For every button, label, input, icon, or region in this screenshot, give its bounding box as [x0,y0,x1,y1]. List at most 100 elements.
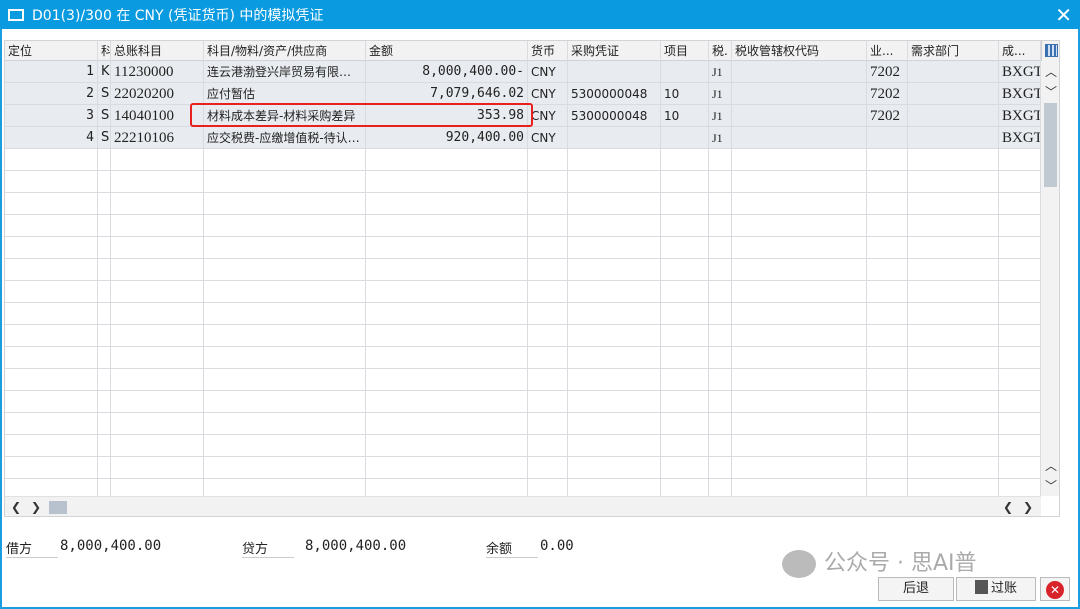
cell-tax-code: J1 [709,127,732,149]
cell-gl-account [111,435,204,457]
cell-account-name [204,193,366,215]
cell-currency: CNY [528,127,568,149]
cell-posting-key [98,281,111,303]
table-row[interactable] [5,457,1041,479]
back-button[interactable]: 后退 [878,577,954,601]
cell-position [5,259,98,281]
column-header-cost-center[interactable]: 成... [999,41,1041,61]
cell-amount [366,215,528,237]
scroll-left-icon[interactable]: ❮ [11,500,21,514]
scroll-up-icon[interactable]: ︿ [1045,63,1057,80]
table-row[interactable] [5,149,1041,171]
document-icon [8,8,24,21]
column-header-requesting-dept[interactable]: 需求部门 [908,41,999,61]
column-header-business-area[interactable]: 业... [867,41,908,61]
scroll-right-icon[interactable]: ❯ [31,500,41,514]
cell-account-name [204,215,366,237]
cell-business-area [867,457,908,479]
scroll-right-right-icon[interactable]: ❯ [1023,500,1033,514]
cell-position: 2 [5,83,98,105]
cell-gl-account [111,149,204,171]
cell-posting-key: K [98,61,111,83]
save-icon [974,580,988,594]
cell-currency [528,193,568,215]
cell-business-area [867,347,908,369]
cell-currency: CNY [528,105,568,127]
cell-requesting-dept [908,215,999,237]
credit-value: 8,000,400.00 [305,538,407,554]
table-row[interactable]: 1 K 11230000 连云港渤登兴岸贸易有限… 8,000,400.00- CNY J1… [5,61,1041,83]
table-row[interactable] [5,237,1041,259]
table-row[interactable]: 2 S 22020200 应付暂估 7,079,646.02 CNY 5300000048 1… [5,83,1041,105]
cell-position [5,435,98,457]
table-row[interactable] [5,281,1041,303]
cell-amount [366,193,528,215]
table-row[interactable] [5,413,1041,435]
scroll-down-icon[interactable]: ﹀ [1045,83,1057,100]
column-header-gl-account[interactable]: 总账科目 [111,41,204,61]
horizontal-scrollbar[interactable]: ❮ ❯ ❮ ❯ [5,496,1041,516]
cell-purchase-order [568,193,661,215]
wechat-icon [782,550,816,578]
cell-requesting-dept [908,435,999,457]
column-header-tax-jurisdiction[interactable]: 税收管辖权代码 [732,41,867,61]
table-row[interactable] [5,391,1041,413]
column-header-account-name[interactable]: 科目/物料/资产/供应商 [204,41,366,61]
column-settings-icon[interactable] [1041,41,1059,61]
table-row[interactable] [5,369,1041,391]
scroll-up-bottom-icon[interactable]: ︿ [1045,457,1057,474]
table-row[interactable]: 4 S 22210106 应交税费-应缴增值税-待认… 920,400.00 CNY J1 B… [5,127,1041,149]
cell-tax-code [709,149,732,171]
table-row[interactable] [5,303,1041,325]
cell-posting-key [98,171,111,193]
scroll-left-right-icon[interactable]: ❮ [1003,500,1013,514]
vertical-scrollbar[interactable]: ︿ ﹀ ︿ ﹀ [1041,61,1059,496]
close-icon[interactable]: ✕ [1055,3,1072,27]
table-row[interactable] [5,347,1041,369]
cell-currency [528,303,568,325]
cell-amount [366,457,528,479]
cell-currency [528,171,568,193]
cell-amount: 8,000,400.00- [366,61,528,83]
column-header-position[interactable]: 定位 [5,41,98,61]
cell-currency [528,215,568,237]
scroll-down-bottom-icon[interactable]: ﹀ [1045,477,1057,494]
cell-tax-jurisdiction [732,369,867,391]
scroll-thumb[interactable] [1044,103,1057,187]
column-header-tax-code[interactable]: 税. [709,41,732,61]
column-header-posting-key[interactable]: 科 [98,41,111,61]
column-header-item[interactable]: 项目 [661,41,709,61]
table-row[interactable] [5,193,1041,215]
hscroll-thumb[interactable] [49,501,67,514]
cell-tax-code [709,325,732,347]
column-header-purchase-order[interactable]: 采购凭证 [568,41,661,61]
cell-gl-account [111,303,204,325]
cell-tax-code [709,281,732,303]
cell-position: 1 [5,61,98,83]
cell-item [661,215,709,237]
table-row[interactable] [5,435,1041,457]
credit-label: 贷方 [242,538,294,558]
cell-purchase-order [568,457,661,479]
post-button[interactable]: 过账 [956,577,1036,601]
cell-posting-key [98,435,111,457]
table-row[interactable] [5,259,1041,281]
cell-account-name [204,303,366,325]
cell-item [661,457,709,479]
column-header-amount[interactable]: 金额 [366,41,528,61]
cancel-button[interactable]: ✕ [1040,577,1070,601]
title-bar: D01(3)/300 在 CNY (凭证货币) 中的模拟凭证 ✕ [0,0,1080,29]
cell-amount [366,325,528,347]
table-row[interactable] [5,171,1041,193]
cell-item [661,171,709,193]
cell-position [5,149,98,171]
table-row[interactable] [5,215,1041,237]
column-header-currency[interactable]: 货币 [528,41,568,61]
cell-position [5,281,98,303]
table-row[interactable] [5,325,1041,347]
cell-item [661,369,709,391]
cell-amount [366,171,528,193]
cell-amount [366,259,528,281]
cell-position [5,171,98,193]
cell-tax-code: J1 [709,61,732,83]
